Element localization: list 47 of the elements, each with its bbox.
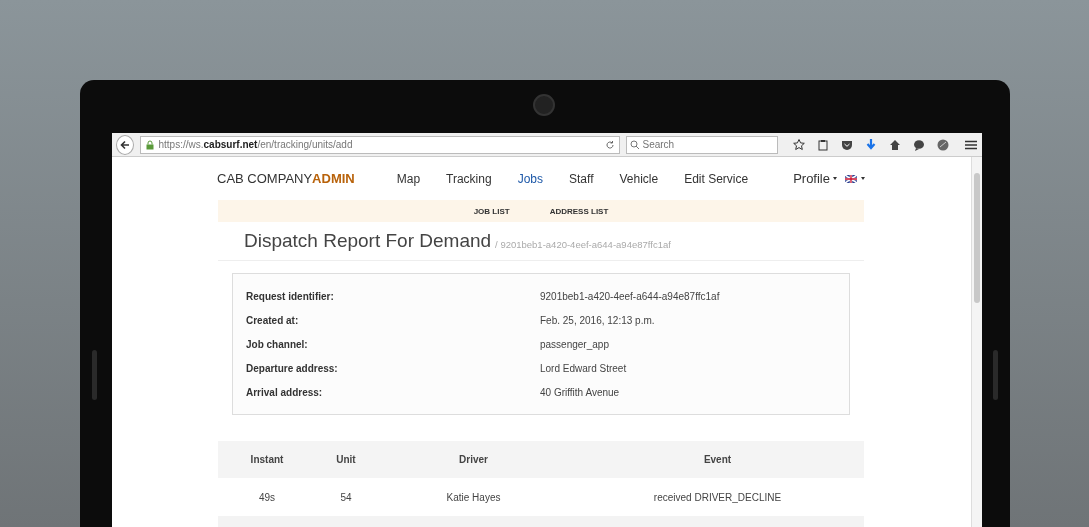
column-header: Driver	[458, 454, 489, 465]
profile-menu[interactable]: Profile	[793, 171, 837, 186]
reload-icon[interactable]	[604, 139, 615, 150]
search-field[interactable]: Search	[625, 135, 778, 154]
column-header: Event	[702, 454, 733, 465]
nav-link[interactable]: Vehicle	[619, 171, 659, 186]
detail-label: Created at:	[246, 314, 300, 326]
hinge-icon	[992, 350, 998, 400]
nav-link[interactable]: Staff	[569, 171, 594, 186]
table-cell-text: received DRIVER_DECLINE	[652, 491, 783, 503]
nav-link[interactable]: Tracking	[446, 171, 492, 186]
detail-value: passenger_app	[540, 338, 610, 350]
subnav-link[interactable]: JOB LIST	[473, 206, 510, 216]
detail-value: Feb. 25, 2016, 12:13 p.m.	[540, 314, 656, 326]
brand-logo[interactable]: CAB COMPANYADMIN	[217, 171, 355, 186]
detail-label: Request identifier:	[246, 290, 335, 302]
flag-icon[interactable]	[845, 174, 857, 183]
detail-label: Departure address:	[246, 362, 339, 374]
hinge-icon	[91, 350, 97, 400]
page-subtitle: / 9201beb1-a420-4eef-a644-a94e87ffc1af	[495, 238, 671, 250]
clipboard-icon[interactable]	[815, 137, 830, 152]
star-icon[interactable]	[791, 137, 806, 152]
subnav-link[interactable]: ADDRESS LIST	[549, 206, 609, 216]
nav-link[interactable]: Edit Service	[684, 171, 749, 186]
detail-value: Lord Edward Street	[540, 362, 628, 374]
back-arrow-icon	[119, 139, 130, 150]
caret-icon	[861, 177, 865, 180]
detail-value: 40 Griffith Avenue	[540, 386, 621, 398]
scrollbar[interactable]	[970, 157, 982, 527]
detail-value: 9201beb1-a420-4eef-a644-a94e87ffc1af	[540, 290, 721, 302]
nav-link[interactable]: Jobs	[517, 171, 543, 186]
table-cell-text: 54	[339, 491, 353, 503]
caret-icon	[833, 177, 837, 180]
column-header: Unit	[335, 454, 357, 465]
url-text: https://ws.cabsurf.net/en/tracking/units/add	[158, 139, 354, 150]
nav-link[interactable]: Map	[396, 171, 421, 186]
address-bar[interactable]: https://ws.cabsurf.net/en/tracking/units/add	[139, 135, 620, 154]
column-header: Instant	[249, 454, 285, 465]
lock-icon	[144, 139, 155, 150]
chat-icon[interactable]	[911, 137, 926, 152]
detail-label: Arrival address:	[246, 386, 324, 398]
page-title: Dispatch Report For Demand	[244, 230, 492, 252]
detail-label: Job channel:	[246, 338, 309, 350]
table-cell-text: 49s	[257, 491, 277, 503]
webcam-icon	[532, 94, 555, 116]
table-cell-text: Katie Hayes	[445, 491, 502, 503]
back-button[interactable]	[115, 134, 134, 155]
